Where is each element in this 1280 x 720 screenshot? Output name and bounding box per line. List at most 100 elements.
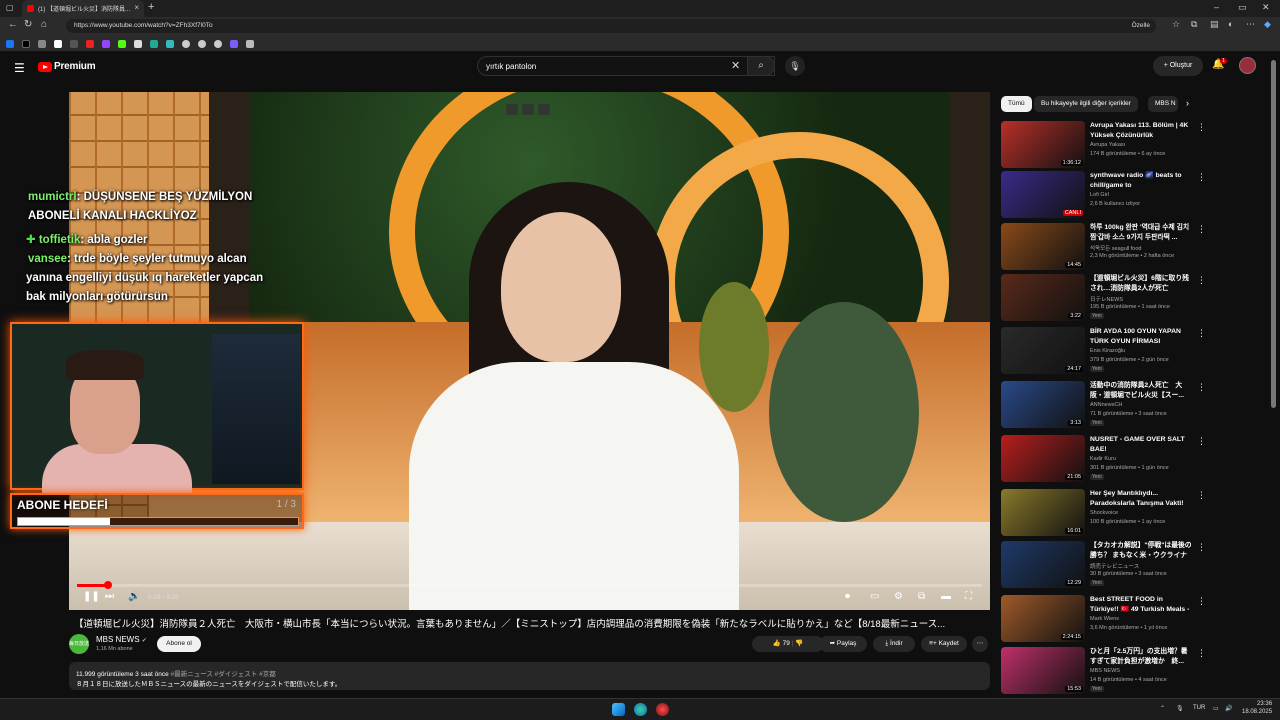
star-icon[interactable]: ☆ — [1172, 19, 1180, 30]
chip-channel[interactable]: MBS N — [1148, 96, 1178, 112]
bookmark-twitch-icon[interactable] — [102, 40, 110, 48]
voice-search-icon[interactable]: 🎙 — [785, 56, 805, 76]
recommended-channel[interactable]: Enis Kirazoğlu — [1090, 348, 1125, 354]
page-scrollbar[interactable] — [1271, 60, 1276, 408]
recommended-video[interactable]: 12:29 【タカオカ解説】"停戦"は最後の勝ち？ まもなく米・ウクライナ会...… — [1001, 541, 1269, 591]
copilot-icon[interactable]: ◆ — [1264, 19, 1271, 30]
recommended-title[interactable]: 【タカオカ解説】"停戦"は最後の勝ち？ まもなく米・ウクライナ会... — [1090, 541, 1192, 560]
overlay-control-icon[interactable] — [522, 104, 534, 115]
video-thumbnail[interactable]: 1:36:12 — [1001, 121, 1085, 168]
bookmark-icon[interactable] — [166, 40, 174, 48]
subscribe-button[interactable]: Abone ol — [157, 636, 201, 652]
tab-actions-icon[interactable]: ▢ — [6, 3, 14, 12]
maximize-icon[interactable]: ▭ — [1238, 2, 1247, 13]
video-thumbnail[interactable]: 16:01 — [1001, 489, 1085, 536]
more-actions-button[interactable]: ⋯ — [972, 636, 988, 652]
channel-avatar[interactable]: 毎日放送 — [69, 634, 89, 654]
recommended-video[interactable]: 15:53 ひと月「2.5万円」の支出増？暑すぎて家計負担が激増か 終... MBS… — [1001, 647, 1269, 697]
bookmark-icon[interactable] — [246, 40, 254, 48]
language-indicator[interactable]: TUR — [1193, 705, 1205, 711]
chip-related[interactable]: Bu hikayeyle ilgili diğer içerikler — [1034, 96, 1138, 112]
mic-tray-icon[interactable]: 🎙 — [1176, 705, 1184, 712]
video-thumbnail[interactable]: CANLI — [1001, 171, 1085, 218]
clear-search-icon[interactable]: ✕ — [731, 59, 740, 72]
extensions-icon[interactable]: ⧉ — [1191, 19, 1197, 30]
hashtags[interactable]: #最新ニュース #ダイジェスト #京都 — [171, 671, 276, 678]
recommended-title[interactable]: synthwave radio 🌌 beats to chill/game to — [1090, 171, 1192, 190]
more-vertical-icon[interactable]: ⋮ — [1197, 172, 1206, 183]
share-button[interactable]: ➦ Paylaş — [819, 636, 867, 652]
search-button[interactable]: ⌕ — [747, 56, 775, 76]
recommended-video[interactable]: 16:01 Her Şey Mantıklıydı... Paradokslarl… — [1001, 489, 1269, 539]
url-field[interactable]: https://www.youtube.com/watch?v=ZFh3Xf7l… — [66, 19, 1156, 33]
more-vertical-icon[interactable]: ⋮ — [1197, 122, 1206, 133]
more-vertical-icon[interactable]: ⋮ — [1197, 328, 1206, 339]
video-progress-bar[interactable] — [77, 581, 982, 589]
bookmark-globe-icon[interactable] — [198, 40, 206, 48]
like-button[interactable]: 👍 79 — [773, 640, 790, 647]
recommended-title[interactable]: 【道頓堀ビル火災】6階に取り残され…消防隊員2人が死亡 — [1090, 274, 1192, 293]
back-icon[interactable]: ← — [8, 19, 18, 30]
recommended-video[interactable]: 24:17 BİR AYDA 100 OYUN YAPAN TÜRK OYUN F… — [1001, 327, 1269, 377]
dislike-button[interactable]: 👎 — [795, 640, 803, 647]
recommended-video[interactable]: 21:05 NUSRET - GAME OVER SALT BAE! Kadir K… — [1001, 435, 1269, 485]
video-thumbnail[interactable]: 3:22 — [1001, 274, 1085, 321]
recommended-title[interactable]: BİR AYDA 100 OYUN YAPAN TÜRK OYUN FİRMAS… — [1090, 327, 1192, 346]
recommended-title[interactable]: 하루 100kg 완판 '역대급 수제 김치찜'갑바 소스 9가지 두판라떡 .… — [1090, 223, 1192, 242]
subtitles-icon[interactable]: ▭ — [870, 591, 879, 602]
recommended-video[interactable]: 2:24:15 Best STREET FOOD in Türkiye!! 🇹🇷 … — [1001, 595, 1269, 645]
recommended-channel[interactable]: Avrupa Yakası — [1090, 142, 1125, 148]
recommended-title[interactable]: Her Şey Mantıklıydı... Paradokslarla Tan… — [1090, 489, 1192, 508]
bookmark-x-icon[interactable] — [22, 40, 30, 48]
browser-tab-active[interactable]: (1) 【道頓堀ビル火災】消防隊員... × — [22, 0, 144, 17]
recommended-channel[interactable]: Kadir Kuru — [1090, 456, 1116, 462]
profile-icon[interactable]: ◐ — [1228, 19, 1233, 29]
recommended-channel[interactable]: Lofi Girl — [1090, 192, 1109, 198]
bookmark-icon[interactable] — [134, 40, 142, 48]
recommended-title[interactable]: Avrupa Yakası 113. Bölüm | 4K Yüksek Çöz… — [1090, 121, 1192, 140]
edge-browser-icon[interactable] — [634, 703, 647, 716]
recommended-video[interactable]: CANLI synthwave radio 🌌 beats to chill/ga… — [1001, 171, 1269, 221]
recommended-channel[interactable]: 日テレNEWS — [1090, 295, 1123, 303]
youtube-logo-icon[interactable] — [38, 62, 52, 72]
bookmark-icon[interactable] — [38, 40, 46, 48]
settings-gear-icon[interactable]: ⚙ — [894, 591, 903, 602]
more-vertical-icon[interactable]: ⋮ — [1197, 436, 1206, 447]
recommended-channel[interactable]: Mark Wiens — [1090, 616, 1119, 622]
recommended-title[interactable]: ひと月「2.5万円」の支出増？暑すぎて家計負担が激増か 終... — [1090, 647, 1192, 666]
bookmark-icon[interactable] — [150, 40, 158, 48]
more-vertical-icon[interactable]: ⋮ — [1197, 490, 1206, 501]
recommended-channel[interactable]: Shockvoice — [1090, 510, 1118, 516]
more-vertical-icon[interactable]: ⋮ — [1197, 596, 1206, 607]
fullscreen-icon[interactable]: ⛶ — [965, 591, 972, 602]
video-thumbnail[interactable]: 3:13 — [1001, 381, 1085, 428]
recommended-title[interactable]: 活動中の消防隊員2人死亡 大阪・道頓堀でビル火災【スー... — [1090, 381, 1192, 400]
clock[interactable]: 23:36 18.08.2025 — [1242, 700, 1272, 716]
collections-icon[interactable]: ▤ — [1210, 19, 1219, 30]
bookmark-icon[interactable] — [70, 40, 78, 48]
video-thumbnail[interactable]: 15:53 — [1001, 647, 1085, 694]
video-thumbnail[interactable]: 21:05 — [1001, 435, 1085, 482]
progress-scrubber[interactable] — [103, 581, 112, 589]
bookmark-icon[interactable] — [54, 40, 62, 48]
volume-tray-icon[interactable]: 🔊 — [1225, 705, 1232, 712]
create-button[interactable]: + Oluştur — [1153, 56, 1203, 76]
minimize-icon[interactable]: – — [1214, 2, 1219, 12]
miniplayer-icon[interactable]: ⧉ — [918, 591, 925, 602]
autoplay-toggle-icon[interactable]: ⏺ — [845, 591, 850, 602]
bookmark-icon[interactable] — [230, 40, 238, 48]
next-icon[interactable]: ⏭ — [105, 591, 114, 602]
close-window-icon[interactable]: ✕ — [1262, 2, 1270, 13]
bookmark-facebook-icon[interactable] — [6, 40, 14, 48]
more-vertical-icon[interactable]: ⋮ — [1197, 648, 1206, 659]
more-menu-icon[interactable]: ⋯ — [1246, 19, 1255, 30]
network-icon[interactable]: ▭ — [1213, 705, 1219, 712]
bookmark-globe-icon[interactable] — [182, 40, 190, 48]
tray-chevron-icon[interactable]: ⌃ — [1160, 705, 1165, 712]
chevron-right-icon[interactable]: › — [1186, 98, 1189, 108]
recommended-channel[interactable]: 석욱모든 seagull food — [1090, 244, 1141, 252]
bookmark-icon[interactable] — [86, 40, 94, 48]
customize-label[interactable]: Özelle — [1132, 22, 1150, 29]
bookmark-kick-icon[interactable] — [118, 40, 126, 48]
video-thumbnail[interactable]: 24:17 — [1001, 327, 1085, 374]
